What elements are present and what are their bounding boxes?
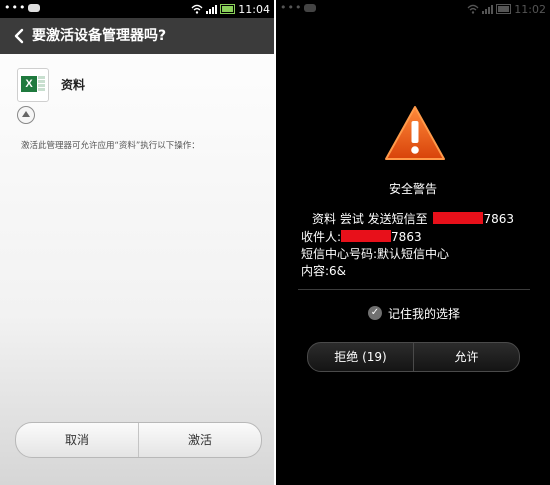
- divider: [298, 289, 530, 290]
- signal-icon: [482, 4, 494, 14]
- message-line-4: 内容:6&: [301, 264, 347, 278]
- message-line-1: 资料 尝试 发送短信至 7863: [312, 210, 514, 227]
- message-notification-icon: [28, 4, 40, 12]
- excel-icon: X: [17, 68, 49, 102]
- recipient-label: 收件人:: [301, 230, 342, 244]
- allow-button[interactable]: 允许: [414, 343, 519, 371]
- status-bar: ••• 11:04: [0, 0, 274, 18]
- warning-title: 安全警告: [388, 182, 437, 196]
- message-line-2: 收件人: 7863: [301, 228, 422, 245]
- button-bar: 拒绝 (19) 允许: [307, 342, 520, 372]
- number-suffix: 7863: [391, 230, 422, 244]
- remember-choice-label[interactable]: 记住我的选择: [388, 305, 460, 322]
- redacted-number: [433, 212, 484, 224]
- wifi-icon: [467, 4, 479, 14]
- collapse-icon[interactable]: [17, 106, 35, 124]
- device-admin-screen: ••• 11:04 要激活设备管理器吗? X 资料 激活此管理器可允许应用“资料…: [0, 0, 274, 485]
- number-suffix: 7863: [483, 212, 515, 226]
- warning-icon: [385, 106, 445, 160]
- status-bar: ••• 11:02: [276, 0, 550, 18]
- status-dots: •••: [4, 1, 27, 14]
- button-bar: 取消 激活: [15, 422, 262, 458]
- wifi-icon: [191, 4, 203, 14]
- excel-icon-label: X: [21, 76, 37, 92]
- check-icon[interactable]: ✓: [368, 306, 382, 320]
- message-notification-icon: [304, 4, 316, 12]
- security-warning-screen: ••• 11:02 安全警告 资料 尝试 发送短信至 7863 收件人: 786…: [276, 0, 550, 485]
- sender-text: 资料 尝试 发送短信至: [312, 212, 428, 226]
- page-title: 要激活设备管理器吗?: [32, 28, 167, 44]
- app-name: 资料: [61, 78, 86, 92]
- battery-icon: [496, 4, 512, 14]
- title-bar: 要激活设备管理器吗?: [0, 18, 274, 54]
- message-line-3: 短信中心号码:默认短信中心: [301, 247, 450, 261]
- activate-button[interactable]: 激活: [139, 423, 261, 457]
- status-time: 11:02: [514, 2, 546, 16]
- deny-button[interactable]: 拒绝 (19): [308, 343, 413, 371]
- back-icon[interactable]: [10, 26, 28, 46]
- cancel-button[interactable]: 取消: [16, 423, 138, 457]
- battery-icon: [220, 4, 236, 14]
- permission-description: 激活此管理器可允许应用“资料”执行以下操作：: [21, 141, 200, 151]
- signal-icon: [206, 4, 218, 14]
- redacted-number: [341, 230, 392, 242]
- status-time: 11:04: [238, 2, 270, 16]
- status-dots: •••: [280, 1, 303, 14]
